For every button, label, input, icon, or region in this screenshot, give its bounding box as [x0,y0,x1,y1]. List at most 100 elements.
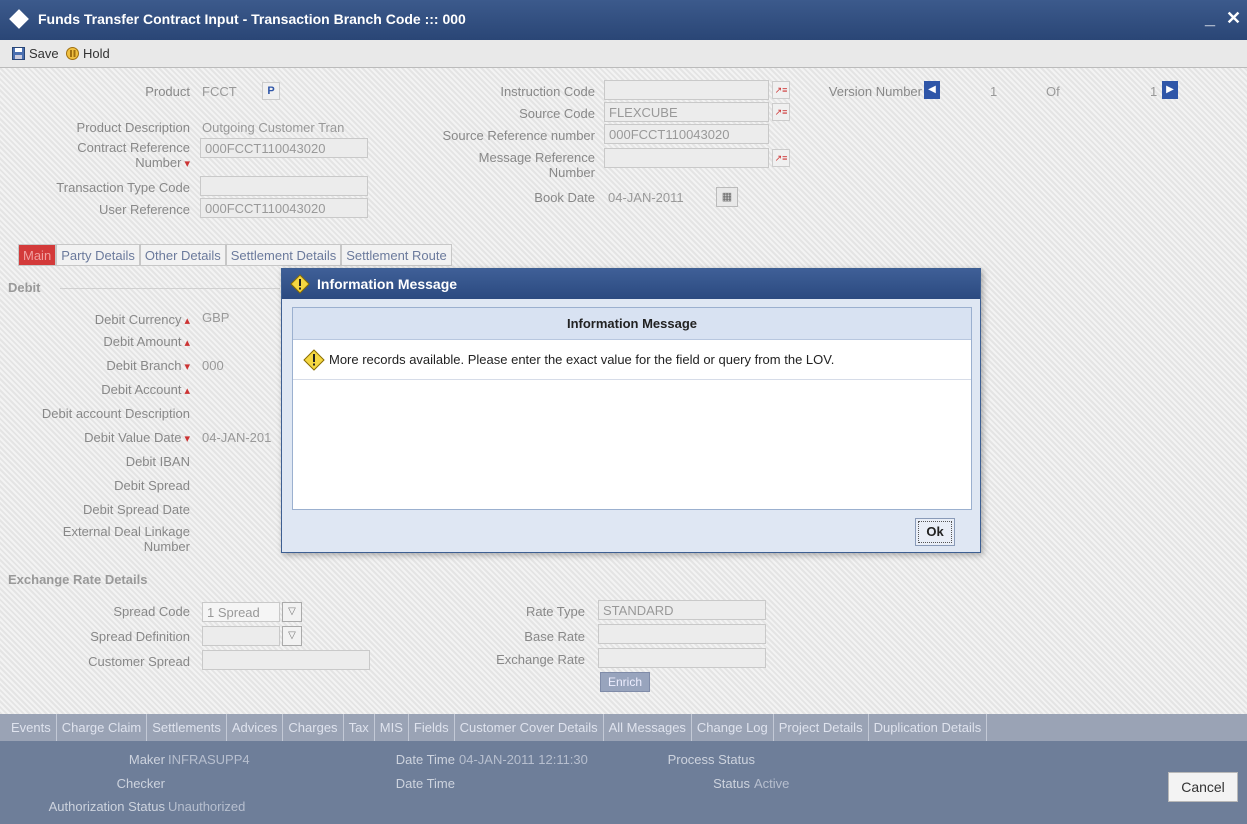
tab-events[interactable]: Events [6,714,57,741]
product-button[interactable]: P [262,82,280,100]
debit-currency-value: GBP [202,310,230,325]
bottom-tabs: Events Charge Claim Settlements Advices … [0,714,1247,741]
user-reference-label: User Reference [98,202,190,217]
warning-icon [290,274,310,297]
exchange-rate-field[interactable] [598,648,766,668]
transaction-type-field[interactable] [200,176,368,196]
product-description-label: Product Description [76,120,190,135]
tab-change-log[interactable]: Change Log [692,714,774,741]
debit-account-label-text: Debit Account [101,382,182,397]
minimize-button[interactable]: _ [1205,8,1215,29]
tab-settlement-details[interactable]: Settlement Details [225,244,342,266]
maker-label: Maker [128,752,165,767]
tab-project-details[interactable]: Project Details [774,714,869,741]
tab-all-messages[interactable]: All Messages [604,714,692,741]
source-code-label: Source Code [519,106,595,121]
contract-reference-field[interactable]: 000FCCT110043020 [200,138,368,158]
tab-duplication-details[interactable]: Duplication Details [869,714,988,741]
spread-definition-select[interactable] [202,626,280,646]
transaction-type-label: Transaction Type Code [56,180,190,195]
base-rate-label: Base Rate [524,629,585,644]
debit-iban-label: Debit IBAN [125,454,190,469]
app-diamond-icon [9,9,29,29]
tab-fields[interactable]: Fields [409,714,455,741]
save-button[interactable]: Save [12,46,59,61]
dialog-titlebar: Information Message [282,269,980,299]
source-reference-label: Source Reference number [442,128,595,143]
message-reference-field[interactable] [604,148,769,168]
calendar-icon[interactable]: ▦ [716,187,738,207]
message-reference-lov-icon[interactable]: ↗≡ [772,149,790,167]
instruction-code-lov-icon[interactable]: ↗≡ [772,81,790,99]
process-status-label: Process Status [667,752,755,767]
datetime2-label: Date Time [395,776,455,791]
customer-spread-field[interactable] [202,650,370,670]
user-reference-field[interactable]: 000FCCT110043020 [200,198,368,218]
debit-account-label: Debit Account ▴ [101,382,190,397]
status-value: Active [754,776,790,791]
hold-button[interactable]: Hold [66,46,110,61]
debit-amount-label: Debit Amount ▴ [103,334,190,349]
hold-label: Hold [83,46,110,61]
debit-spread-date-label: Debit Spread Date [83,502,190,517]
hold-icon [66,47,79,60]
authorization-status-value: Unauthorized [168,799,246,814]
spread-definition-chevron-down-icon[interactable]: ▽ [282,626,302,646]
tab-tax[interactable]: Tax [344,714,375,741]
product-value: FCCT [202,84,237,99]
tab-other-details[interactable]: Other Details [139,244,226,266]
version-prev-icon[interactable]: ◀ [924,81,940,99]
debit-divider [60,288,280,289]
debit-branch-label: Debit Branch ▾ [106,358,190,373]
cancel-button[interactable]: Cancel [1168,772,1238,802]
debit-value-date-value: 04-JAN-201 [202,430,272,445]
instruction-code-field[interactable] [604,80,769,100]
datetime-label: Date Time [395,752,455,767]
debit-value-date-label: Debit Value Date ▾ [84,430,190,445]
rate-type-label: Rate Type [525,604,585,619]
checker-label: Checker [116,776,165,791]
tab-charges[interactable]: Charges [283,714,344,741]
base-rate-field[interactable] [598,624,766,644]
source-reference-field[interactable]: 000FCCT110043020 [604,124,769,144]
source-code-lov-icon[interactable]: ↗≡ [772,103,790,121]
tab-party-details[interactable]: Party Details [56,244,140,266]
spread-code-select[interactable]: 1 Spread [202,602,280,622]
tab-mis[interactable]: MIS [375,714,409,741]
spread-code-chevron-down-icon[interactable]: ▽ [282,602,302,622]
product-description-value: Outgoing Customer Tran [202,120,345,135]
window-titlebar: Funds Transfer Contract Input - Transact… [0,0,1247,40]
message-reference-label: Message Reference Number [478,150,595,180]
debit-currency-label-text: Debit Currency [94,312,182,327]
tab-customer-cover-details[interactable]: Customer Cover Details [455,714,604,741]
information-message-dialog: Information Message Information Message … [281,268,981,553]
close-icon[interactable]: ✕ [1226,8,1241,29]
save-label: Save [29,46,59,61]
message-warning-icon [303,349,325,374]
dialog-title: Information Message [317,276,458,292]
debit-currency-label: Debit Currency ▴ [94,312,190,327]
source-code-field[interactable]: FLEXCUBE [604,102,769,122]
tab-charge-claim[interactable]: Charge Claim [57,714,148,741]
version-next-icon[interactable]: ▶ [1162,81,1178,99]
spread-code-label: Spread Code [113,604,190,619]
enrich-button[interactable]: Enrich [600,672,650,692]
customer-spread-label: Customer Spread [88,654,190,669]
save-icon [12,47,25,60]
tab-main[interactable]: Main [18,244,57,266]
ok-button[interactable]: Ok [915,518,955,546]
debit-section-title: Debit [8,280,41,295]
instruction-code-label: Instruction Code [500,84,595,99]
rate-type-field[interactable]: STANDARD [598,600,766,620]
product-label: Product [145,84,190,99]
tab-settlements[interactable]: Settlements [147,714,227,741]
tab-settlement-route[interactable]: Settlement Route [341,244,452,266]
book-date-label: Book Date [534,190,595,205]
maker-value: INFRASUPP4 [168,752,250,767]
debit-amount-label-text: Debit Amount [103,334,182,349]
debit-branch-value: 000 [202,358,224,373]
exchange-rate-label: Exchange Rate [496,652,585,667]
dialog-message: More records available. Please enter the… [329,352,835,367]
datetime-value: 04-JAN-2011 12:11:30 [459,752,588,767]
tab-advices[interactable]: Advices [227,714,284,741]
